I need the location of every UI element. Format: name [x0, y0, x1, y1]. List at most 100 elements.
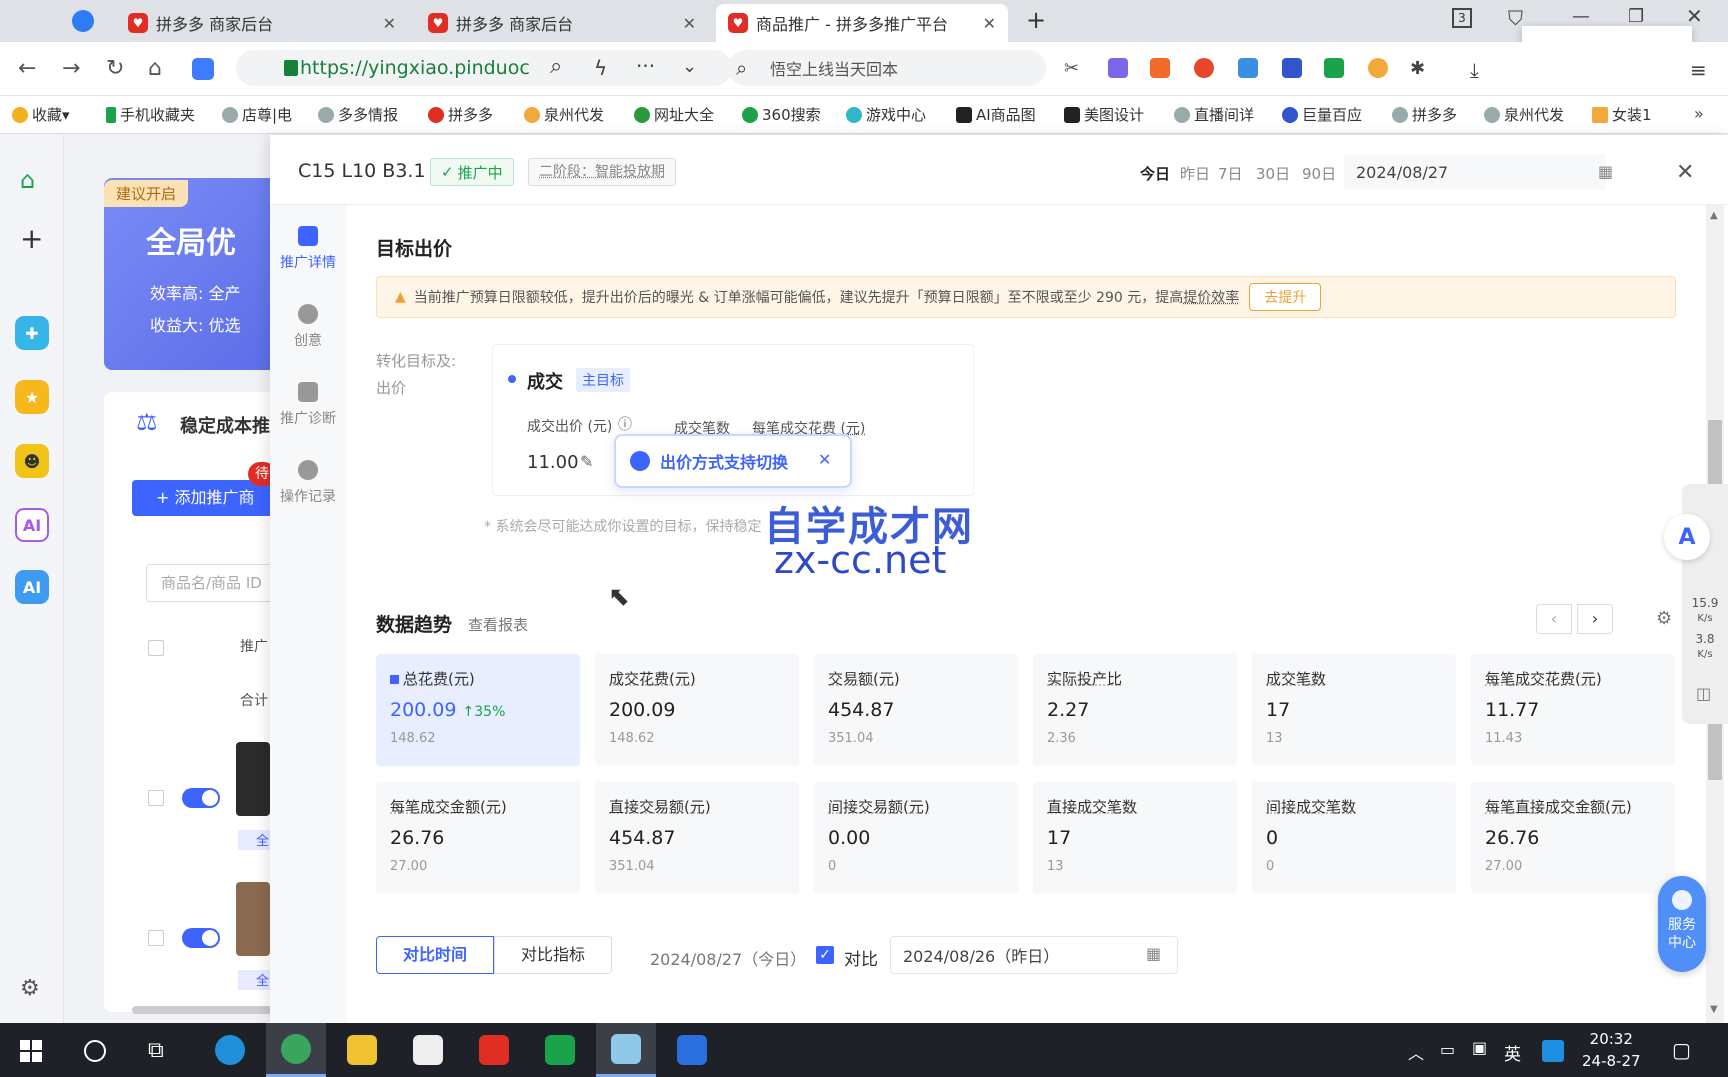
bookmark-item[interactable]: 泉州代发 — [1484, 104, 1574, 125]
window-close-icon[interactable]: ✕ — [1686, 4, 1703, 28]
translate-icon[interactable] — [1108, 58, 1128, 78]
tray-app-icon[interactable] — [1542, 1040, 1564, 1062]
tray-battery-icon[interactable]: ▭ — [1440, 1040, 1455, 1059]
scroll-down-icon[interactable]: ▼ — [1710, 1004, 1718, 1015]
nav-creative[interactable]: 创意 — [270, 304, 346, 350]
chevron-down-icon[interactable]: ⌄ — [682, 56, 697, 77]
bookmark-item[interactable]: 多多情报 — [318, 104, 410, 125]
phase-badge[interactable]: 二阶段：智能投放期 — [528, 158, 676, 186]
tab-count-badge[interactable]: 3 — [1452, 8, 1472, 28]
weibo-icon[interactable] — [1194, 58, 1214, 78]
range-tab-7d[interactable]: 7日 — [1218, 163, 1243, 184]
metric-card[interactable]: 直接交易额(元) 454.87 351.04 — [595, 782, 799, 894]
service-center-button[interactable]: 服务中心 — [1658, 876, 1706, 972]
tray-network-icon[interactable]: ▣ — [1472, 1038, 1487, 1057]
taskbar-app-browser[interactable] — [266, 1023, 326, 1077]
panel-close-icon[interactable]: ✕ — [1676, 160, 1694, 185]
browser-logo-icon[interactable] — [72, 10, 94, 32]
bookmark-item[interactable]: 巨量百应 — [1282, 104, 1378, 125]
avatar-icon[interactable] — [1368, 58, 1388, 78]
compare-time-tab[interactable]: 对比时间 — [376, 936, 494, 974]
alert-link[interactable]: 提价效率 — [1183, 287, 1239, 307]
nav-operation-log[interactable]: 操作记录 — [270, 460, 346, 506]
screen-icon[interactable] — [1282, 58, 1302, 78]
nav-diagnosis[interactable]: 推广诊断 — [270, 382, 346, 428]
taskbar-app-store[interactable] — [398, 1023, 458, 1077]
boost-button[interactable]: 去提升 — [1249, 283, 1322, 311]
tray-chevron-icon[interactable]: ︿ — [1408, 1040, 1424, 1064]
taskbar-app-edge[interactable] — [200, 1023, 260, 1077]
row-checkbox[interactable] — [148, 640, 164, 656]
bookmark-item[interactable]: 手机收藏夹 — [106, 104, 195, 125]
metric-card[interactable]: 每笔直接成交金额(元) 26.76 27.00 — [1471, 782, 1675, 894]
minimize-icon[interactable]: — — [1572, 6, 1590, 27]
bookmark-item[interactable]: 游戏中心 — [846, 104, 926, 125]
prev-page-button[interactable]: ‹ — [1536, 604, 1572, 634]
cortana-icon[interactable] — [84, 1040, 106, 1062]
ai-assistant-icon[interactable]: AI — [15, 570, 49, 604]
scroll-up-icon[interactable]: ▲ — [1710, 210, 1718, 221]
lightning-icon[interactable]: ϟ — [594, 56, 607, 80]
bookmark-item[interactable]: 泉州代发 — [524, 104, 616, 125]
nav-promotion-detail[interactable]: 推广详情 — [270, 226, 346, 272]
bookmark-item[interactable]: 拼多多 — [428, 104, 493, 125]
current-date[interactable]: 2024/08/27（今日） — [650, 946, 806, 970]
metric-card[interactable]: 总花费(元) 200.09 ↑35% 148.62 — [376, 654, 580, 766]
row-checkbox[interactable] — [148, 930, 164, 946]
shirt-icon[interactable]: ⛉ — [1508, 6, 1523, 30]
horizontal-scrollbar[interactable] — [132, 1006, 284, 1014]
bookmark-item[interactable]: 网址大全 — [634, 104, 714, 125]
windows-start-icon[interactable] — [20, 1040, 42, 1062]
range-tab-yesterday[interactable]: 昨日 — [1180, 163, 1210, 184]
ai-float-icon[interactable]: A — [1664, 514, 1710, 560]
bookmark-item[interactable]: AI商品图 — [956, 104, 1036, 125]
settings-gear-icon[interactable]: ⚙ — [1656, 608, 1672, 629]
wechat-icon[interactable] — [1324, 58, 1344, 78]
range-tab-30d[interactable]: 30日 — [1256, 163, 1290, 184]
bookmark-item[interactable]: 360搜索 — [742, 104, 821, 125]
metric-card[interactable]: 成交花费(元) 200.09 148.62 — [595, 654, 799, 766]
tab-merchant-1[interactable]: ♥ 拼多多 商家后台 ✕ — [116, 4, 408, 42]
bookmark-item[interactable]: 直播间详 — [1174, 104, 1274, 125]
row-checkbox[interactable] — [148, 790, 164, 806]
tab-promotion[interactable]: ♥ 商品推广 - 拼多多推广平台 ✕ — [716, 4, 1008, 42]
forward-icon[interactable]: → — [62, 56, 80, 81]
info-icon[interactable]: ⓘ — [618, 414, 632, 434]
metric-card[interactable]: 间接交易额(元) 0.00 0 — [814, 782, 1018, 894]
settings-icon[interactable]: ⚙ — [20, 976, 40, 1001]
extensions-icon[interactable]: ✱ — [1410, 58, 1430, 79]
tray-ime[interactable]: 英 — [1504, 1040, 1521, 1065]
reload-icon[interactable]: ↻ — [106, 56, 124, 81]
more-icon[interactable]: ··· — [636, 54, 655, 78]
add-icon[interactable]: + — [20, 222, 43, 255]
ai-app-icon[interactable]: AI — [15, 508, 49, 542]
metric-card[interactable]: 交易额(元) 454.87 351.04 — [814, 654, 1018, 766]
bookmark-item[interactable]: 拼多多 — [1392, 104, 1457, 125]
metric-card[interactable]: 直接成交笔数 17 13 — [1033, 782, 1237, 894]
compare-checkbox[interactable]: ✓ — [816, 946, 834, 964]
camera-icon[interactable]: ◫ — [1696, 684, 1711, 703]
range-tab-today[interactable]: 今日 — [1140, 163, 1170, 184]
home-icon[interactable]: ⌂ — [20, 166, 35, 194]
next-page-button[interactable]: › — [1577, 604, 1613, 634]
metric-card[interactable]: 每笔成交花费(元) 11.77 11.43 — [1471, 654, 1675, 766]
bookmark-item[interactable]: 女装1 — [1592, 104, 1652, 125]
clock[interactable]: 20:32 24-8-27 — [1582, 1028, 1641, 1072]
close-icon[interactable]: ✕ — [683, 14, 696, 33]
notification-icon[interactable]: ▢ — [1672, 1038, 1691, 1062]
home-icon[interactable]: ⌂ — [148, 56, 162, 81]
taskbar-app-explorer[interactable] — [332, 1023, 392, 1077]
metric-card[interactable]: 间接成交笔数 0 0 — [1252, 782, 1456, 894]
date-picker[interactable]: 2024/08/27 — [1344, 154, 1606, 190]
back-icon[interactable]: ← — [18, 56, 36, 81]
tab-merchant-2[interactable]: ♥ 拼多多 商家后台 ✕ — [416, 4, 708, 42]
browser-search-field[interactable]: 悟空上线当天回本 — [728, 50, 1046, 86]
download-icon[interactable]: ⤓ — [1470, 58, 1490, 82]
star-icon[interactable]: ★ — [15, 380, 49, 414]
taskbar-app-xmind[interactable] — [464, 1023, 524, 1077]
metric-card[interactable]: 每笔成交金额(元) 26.76 27.00 — [376, 782, 580, 894]
compare-date-picker[interactable]: 2024/08/26（昨日） — [890, 936, 1178, 974]
restore-icon[interactable]: ❐ — [1628, 6, 1644, 27]
bookmark-item[interactable]: 店尊|电 — [222, 104, 298, 125]
product-search-input[interactable]: 商品名/商品 ID — [146, 564, 284, 602]
